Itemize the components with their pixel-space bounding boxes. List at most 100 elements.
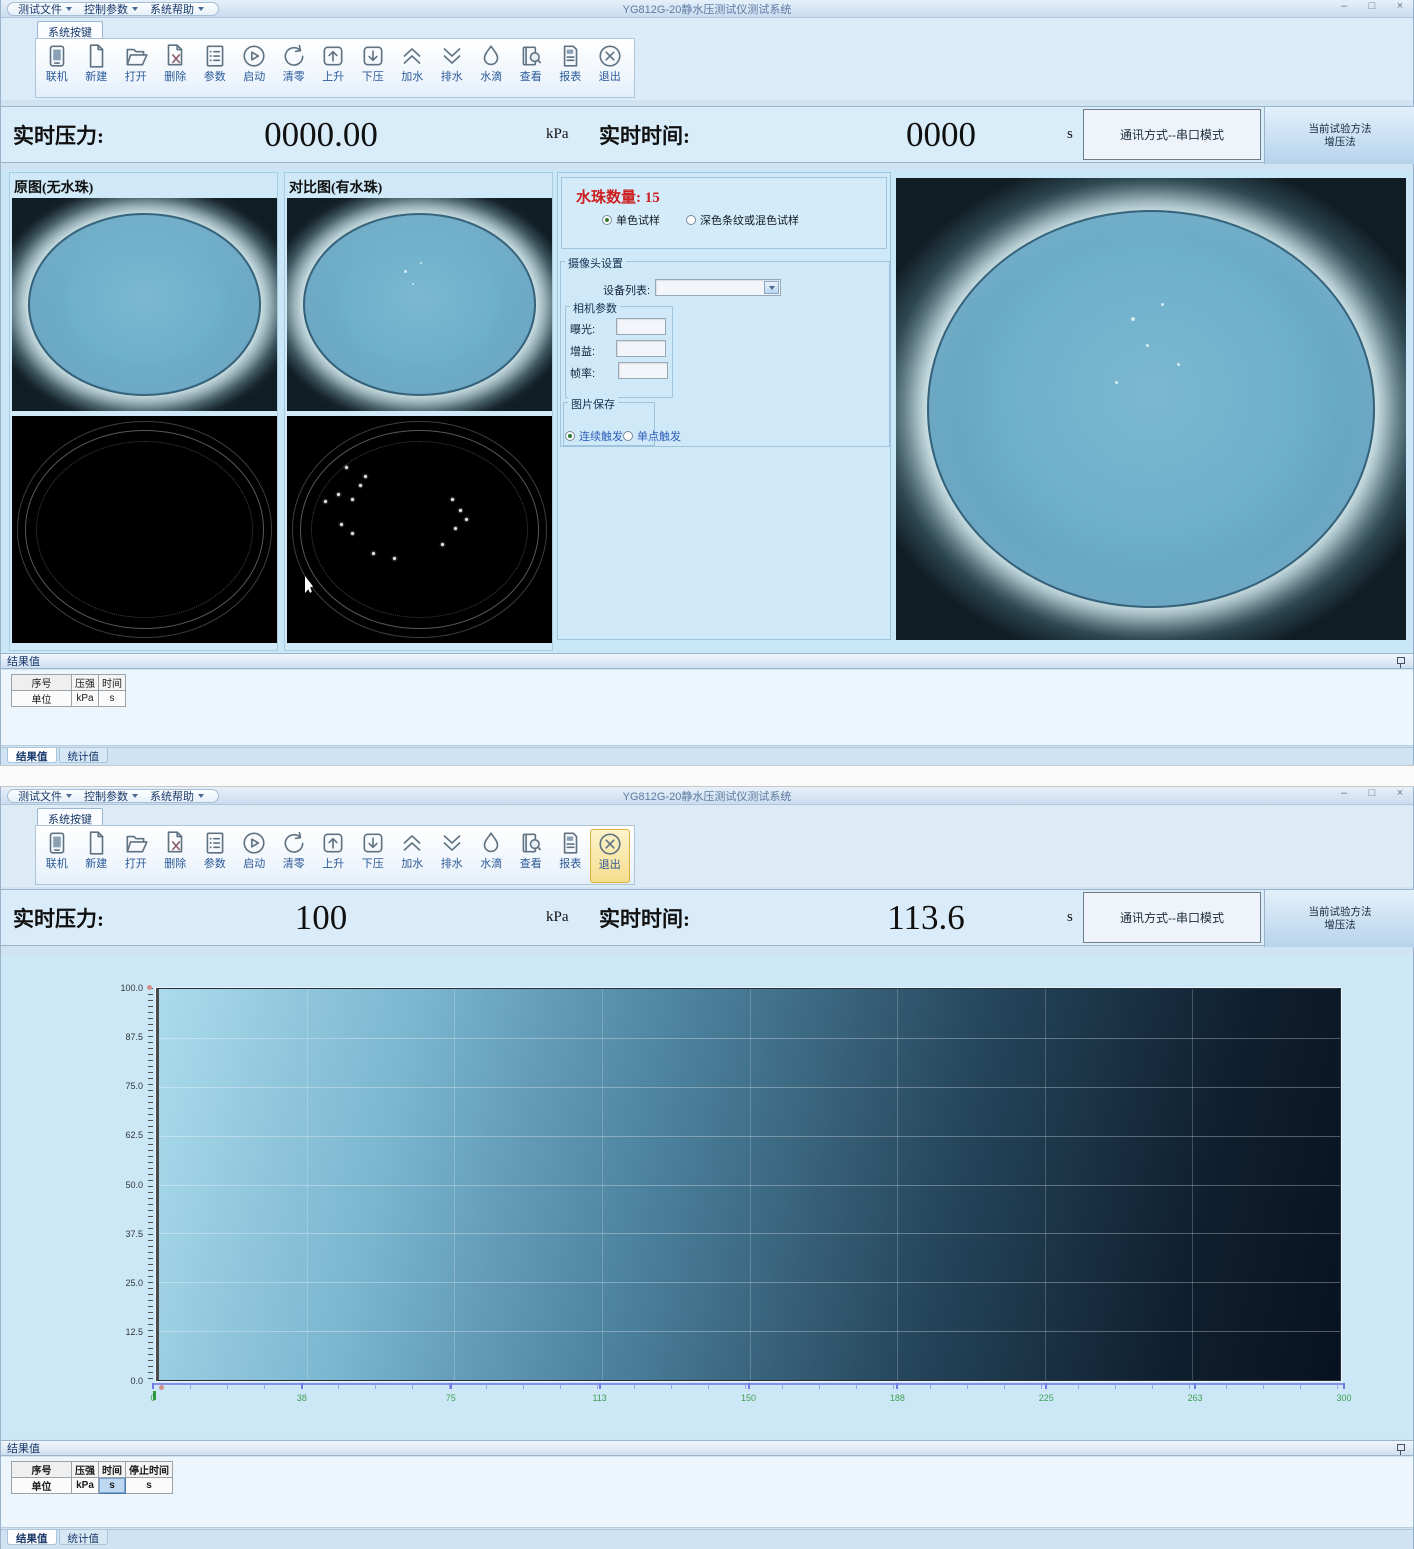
device-list-select[interactable] bbox=[655, 279, 781, 296]
pressure-value: 0000.00 bbox=[181, 107, 461, 162]
test-method-button[interactable]: 当前试验方法 增压法 bbox=[1264, 107, 1414, 164]
toolbar-button-report[interactable]: 报表 bbox=[551, 42, 591, 96]
menu-control-params[interactable]: 控制参数 bbox=[80, 788, 142, 804]
original-processed-image bbox=[12, 416, 277, 643]
minimize-button[interactable]: – bbox=[1337, 0, 1351, 12]
drop-count-box: 水珠数量: 15 单色试样 深色条纹或混色试样 bbox=[561, 177, 887, 249]
radio-sample-mono[interactable]: 单色试样 bbox=[602, 212, 660, 228]
tab-system-keys[interactable]: 系统按键 bbox=[37, 21, 103, 38]
radio-trigger-continuous[interactable]: 连续触发 bbox=[565, 428, 623, 444]
x-tick-label: 150 bbox=[741, 1393, 756, 1403]
radio-trigger-single[interactable]: 单点触发 bbox=[623, 428, 681, 444]
col-index: 序号 bbox=[12, 675, 72, 691]
toolbar-button-delete[interactable]: 删除 bbox=[156, 829, 196, 883]
toolbar-button-add-water[interactable]: 加水 bbox=[393, 42, 433, 96]
gain-input[interactable] bbox=[616, 340, 666, 357]
toolbar-button-view[interactable]: 查看 bbox=[511, 829, 551, 883]
y-tick-label: 25.0 bbox=[125, 1278, 143, 1288]
x-tick-label: 188 bbox=[890, 1393, 905, 1403]
dropdown-arrow-icon bbox=[66, 794, 72, 798]
maximize-button[interactable]: □ bbox=[1365, 787, 1379, 799]
minimize-button[interactable]: – bbox=[1337, 787, 1351, 799]
radio-sample-dark[interactable]: 深色条纹或混色试样 bbox=[686, 212, 799, 228]
toolbar-button-report[interactable]: 报表 bbox=[551, 829, 591, 883]
axis-marker-origin bbox=[159, 1385, 164, 1390]
menu-test-file[interactable]: 测试文件 bbox=[14, 1, 76, 17]
tab-system-keys[interactable]: 系统按键 bbox=[37, 808, 103, 825]
toolbar-button-exit[interactable]: 退出 bbox=[590, 42, 630, 96]
exposure-input[interactable] bbox=[616, 318, 666, 335]
menu-control-params[interactable]: 控制参数 bbox=[80, 1, 142, 17]
tab-statistic-values[interactable]: 统计值 bbox=[59, 748, 109, 763]
pin-icon[interactable] bbox=[1397, 1444, 1405, 1455]
bottom-tabs: 结果值 统计值 bbox=[1, 1529, 1413, 1546]
compare-processed-image bbox=[287, 416, 552, 643]
toolbar-button-raise[interactable]: 上升 bbox=[314, 829, 354, 883]
dropdown-button[interactable] bbox=[764, 281, 779, 294]
toolbar-button-view[interactable]: 查看 bbox=[511, 42, 551, 96]
toolbar-button-connect[interactable]: 联机 bbox=[37, 42, 77, 96]
menu-system-help[interactable]: 系统帮助 bbox=[146, 788, 208, 804]
dropdown-arrow-icon bbox=[132, 794, 138, 798]
y-tick-label: 50.0 bbox=[125, 1180, 143, 1190]
toolbar-button-add-water[interactable]: 加水 bbox=[393, 829, 433, 883]
delete-file-icon bbox=[161, 42, 189, 70]
camera-settings-title: 摄像头设置 bbox=[565, 255, 626, 271]
start-play-icon bbox=[240, 42, 268, 70]
chart-plot-area bbox=[156, 988, 1341, 1381]
y-axis-ticks bbox=[148, 988, 153, 1381]
toolbar-button-start[interactable]: 启动 bbox=[235, 829, 275, 883]
test-method-button[interactable]: 当前试验方法 增压法 bbox=[1264, 890, 1414, 947]
close-button[interactable]: × bbox=[1393, 787, 1407, 799]
camera-settings-group: 摄像头设置 设备列表: 相机参数 曝光: 增益: 帧率: bbox=[560, 261, 890, 447]
comm-mode-box[interactable]: 通讯方式--串口模式 bbox=[1083, 109, 1261, 160]
close-button[interactable]: × bbox=[1393, 0, 1407, 12]
toolbar-button-press-down[interactable]: 下压 bbox=[353, 829, 393, 883]
maximize-button[interactable]: □ bbox=[1365, 0, 1379, 12]
origin-marker bbox=[153, 1391, 156, 1400]
y-tick-label: 75.0 bbox=[125, 1081, 143, 1091]
window-controls: – □ × bbox=[1337, 787, 1407, 799]
tab-result-values[interactable]: 结果值 bbox=[7, 1530, 57, 1545]
bottom-tabs: 结果值 统计值 bbox=[1, 747, 1413, 764]
results-panel-header: 结果值 bbox=[1, 1440, 1413, 1456]
toolbar-button-drain-water[interactable]: 排水 bbox=[432, 42, 472, 96]
arrow-up-icon bbox=[319, 42, 347, 70]
toolbar-button-open[interactable]: 打开 bbox=[116, 829, 156, 883]
selected-cell[interactable]: s bbox=[99, 1478, 126, 1494]
toolbar-button-connect[interactable]: 联机 bbox=[37, 829, 77, 883]
toolbar-button-new[interactable]: 新建 bbox=[77, 829, 117, 883]
monitor-icon bbox=[43, 42, 71, 70]
comm-mode-box[interactable]: 通讯方式--串口模式 bbox=[1083, 892, 1261, 943]
axis-marker-top bbox=[147, 985, 152, 990]
toolbar-button-params[interactable]: 参数 bbox=[195, 42, 235, 96]
toolbar-button-press-down[interactable]: 下压 bbox=[353, 42, 393, 96]
radio-unselected-icon bbox=[623, 431, 633, 441]
toolbar-button-exit[interactable]: 退出 bbox=[590, 829, 630, 883]
toolbar: 联机 新建 打开 删除 参数 启动 清零 上升 下压 加水 排水 水滴 查看 报… bbox=[35, 38, 635, 98]
toolbar-button-drain-water[interactable]: 排水 bbox=[432, 829, 472, 883]
toolbar-button-params[interactable]: 参数 bbox=[195, 829, 235, 883]
toolbar-button-raise[interactable]: 上升 bbox=[314, 42, 354, 96]
toolbar-button-water-drop[interactable]: 水滴 bbox=[472, 42, 512, 96]
menu-bar: 测试文件 控制参数 系统帮助 bbox=[7, 789, 219, 803]
framerate-input[interactable] bbox=[618, 362, 668, 379]
tab-statistic-values[interactable]: 统计值 bbox=[59, 1530, 109, 1545]
pin-icon[interactable] bbox=[1397, 657, 1405, 668]
toolbar-button-zero[interactable]: 清零 bbox=[274, 829, 314, 883]
results-table-area: 序号 压强 时间 停止时间 单位 kPa s s bbox=[1, 1457, 1413, 1528]
toolbar-button-open[interactable]: 打开 bbox=[116, 42, 156, 96]
menu-test-file[interactable]: 测试文件 bbox=[14, 788, 76, 804]
results-table: 序号 压强 时间 单位 kPa s bbox=[11, 674, 126, 707]
parameter-list-icon bbox=[201, 42, 229, 70]
x-tick-label: 113 bbox=[592, 1393, 606, 1403]
toolbar-button-zero[interactable]: 清零 bbox=[274, 42, 314, 96]
toolbar-button-new[interactable]: 新建 bbox=[77, 42, 117, 96]
toolbar-button-delete[interactable]: 删除 bbox=[156, 42, 196, 96]
toolbar-button-water-drop[interactable]: 水滴 bbox=[472, 829, 512, 883]
tab-result-values[interactable]: 结果值 bbox=[7, 748, 57, 763]
menu-system-help[interactable]: 系统帮助 bbox=[146, 1, 208, 17]
status-row: 实时压力: 100 kPa 实时时间: 113.6 s 通讯方式--串口模式 当… bbox=[1, 889, 1413, 946]
toolbar-button-start[interactable]: 启动 bbox=[235, 42, 275, 96]
dropdown-arrow-icon bbox=[132, 7, 138, 11]
